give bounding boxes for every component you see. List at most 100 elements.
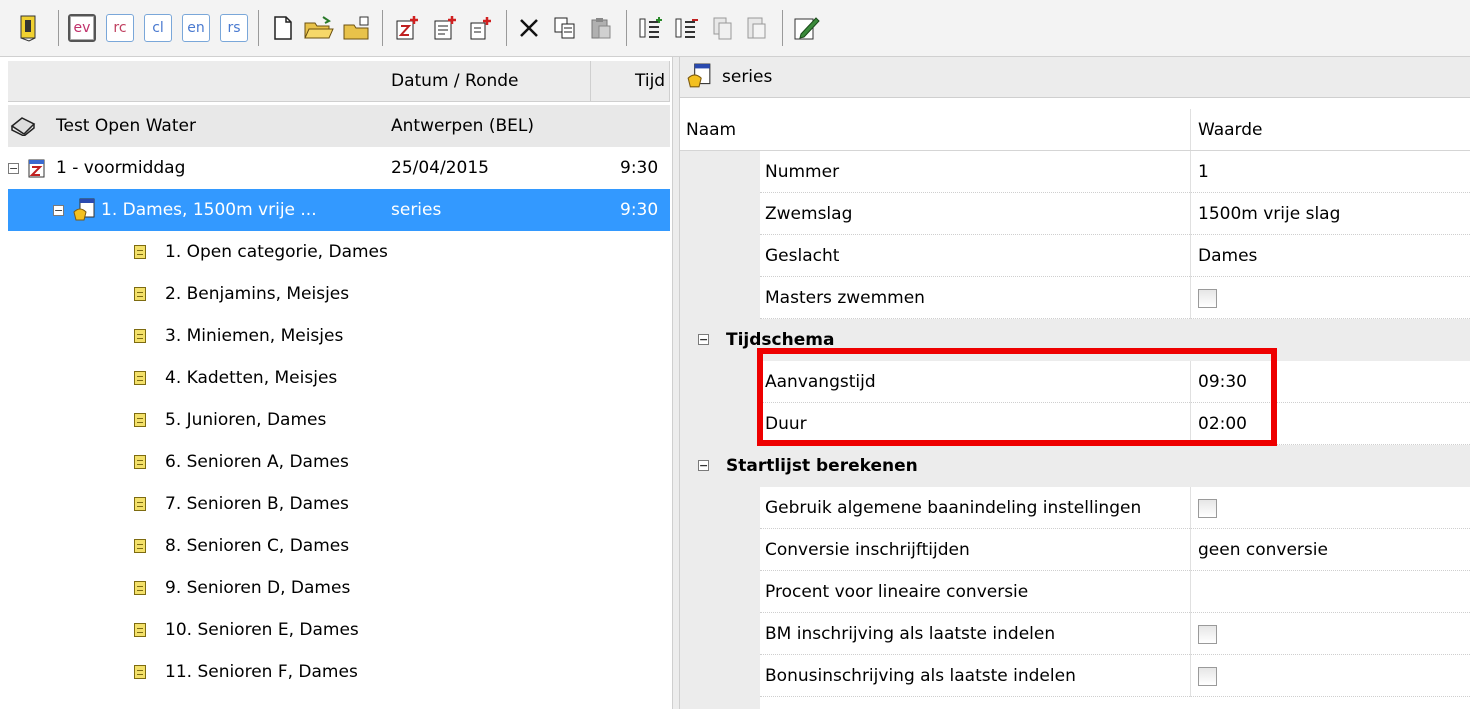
- category-label: 8. Senioren C, Dames: [165, 536, 350, 556]
- category-label: 9. Senioren D, Dames: [165, 578, 351, 598]
- open-file-icon[interactable]: [340, 11, 374, 45]
- property-name: Gebruik algemene baanindeling instelling…: [765, 498, 1142, 518]
- toolbar: ev rc cl en rs: [0, 0, 1470, 57]
- mode-button-rs[interactable]: rs: [218, 11, 250, 45]
- mode-button-rc[interactable]: rc: [104, 11, 136, 45]
- paste-icon[interactable]: [586, 11, 616, 45]
- property-row-next: [680, 697, 1470, 709]
- event-icon: [686, 63, 712, 94]
- collapse-icon[interactable]: −: [53, 189, 64, 231]
- open-folder-icon[interactable]: [302, 11, 336, 45]
- property-row-zwemslag[interactable]: Zwemslag 1500m vrije slag: [680, 193, 1470, 235]
- property-row-geslacht[interactable]: Geslacht Dames: [680, 235, 1470, 277]
- property-name: Geslacht: [765, 246, 840, 266]
- tree-row-category[interactable]: 2. Benjamins, Meisjes: [8, 273, 670, 315]
- category-icon: [134, 441, 146, 483]
- header-value: Waarde: [1198, 120, 1263, 140]
- copy-doc-icon[interactable]: [708, 11, 738, 45]
- property-row-bm[interactable]: BM inschrijving als laatste indelen: [680, 613, 1470, 655]
- mode-label-ev: ev: [68, 14, 96, 42]
- tree-row-session[interactable]: − 1 - voormiddag 25/04/2015 9:30: [8, 147, 670, 189]
- move-up-icon[interactable]: [634, 11, 666, 45]
- category-startlijst[interactable]: − Startlijst berekenen: [680, 445, 1470, 487]
- event-tree-pane: Datum / Ronde Tijd Test Open Water Antwe…: [0, 57, 672, 709]
- property-row-procent[interactable]: Procent voor lineaire conversie: [680, 571, 1470, 613]
- category-icon: [134, 315, 146, 357]
- column-header-time[interactable]: Tijd: [635, 61, 665, 101]
- event-round: series: [391, 200, 442, 220]
- category-icon: [134, 567, 146, 609]
- add-event-icon[interactable]: [430, 11, 460, 45]
- category-icon: [134, 651, 146, 693]
- masters-checkbox[interactable]: [1198, 288, 1217, 308]
- add-session-icon[interactable]: [392, 11, 422, 45]
- event-time: 9:30: [620, 200, 659, 220]
- tree-row-category[interactable]: 9. Senioren D, Dames: [8, 567, 670, 609]
- tree-row-category[interactable]: 3. Miniemen, Meisjes: [8, 315, 670, 357]
- tree-row-category[interactable]: 7. Senioren B, Dames: [8, 483, 670, 525]
- column-header-date-round[interactable]: Datum / Ronde: [391, 61, 519, 101]
- category-icon: [134, 357, 146, 399]
- exit-icon[interactable]: [14, 11, 44, 45]
- property-row-aanvangstijd[interactable]: Aanvangstijd 09:30: [680, 361, 1470, 403]
- pane-splitter[interactable]: [672, 57, 680, 709]
- property-name: Conversie inschrijftijden: [765, 540, 970, 560]
- category-label: 5. Junioren, Dames: [165, 410, 327, 430]
- collapse-icon[interactable]: −: [698, 460, 709, 471]
- mode-button-cl[interactable]: cl: [142, 11, 174, 45]
- properties-title: series: [722, 67, 773, 87]
- move-down-icon[interactable]: [670, 11, 702, 45]
- property-grid-header: Naam Waarde: [680, 109, 1470, 151]
- property-value[interactable]: 02:00: [1198, 403, 1247, 445]
- bm-checkbox[interactable]: [1198, 624, 1217, 644]
- baanindeling-checkbox[interactable]: [1198, 498, 1217, 518]
- category-label: 7. Senioren B, Dames: [165, 494, 349, 514]
- category-label: 1. Open categorie, Dames: [165, 242, 388, 262]
- tree-row-category[interactable]: 4. Kadetten, Meisjes: [8, 357, 670, 399]
- tree-row-category[interactable]: 1. Open categorie, Dames: [8, 231, 670, 273]
- copy-icon[interactable]: [550, 11, 580, 45]
- session-name: 1 - voormiddag: [56, 158, 186, 178]
- property-value[interactable]: 09:30: [1198, 361, 1247, 403]
- property-name: Bonusinschrijving als laatste indelen: [765, 666, 1076, 686]
- property-row-nummer[interactable]: Nummer 1: [680, 151, 1470, 193]
- property-name: BM inschrijving als laatste indelen: [765, 624, 1056, 644]
- property-row-bonus[interactable]: Bonusinschrijving als laatste indelen: [680, 655, 1470, 697]
- tree-row-category[interactable]: 10. Senioren E, Dames: [8, 609, 670, 651]
- event-icon: [72, 189, 96, 231]
- tree-row-category[interactable]: 6. Senioren A, Dames: [8, 441, 670, 483]
- paste-doc-icon[interactable]: [742, 11, 772, 45]
- property-value[interactable]: 1500m vrije slag: [1198, 193, 1340, 235]
- mode-button-en[interactable]: en: [180, 11, 212, 45]
- collapse-icon[interactable]: −: [8, 147, 19, 189]
- delete-icon[interactable]: [514, 11, 544, 45]
- category-tijdschema[interactable]: − Tijdschema: [680, 319, 1470, 361]
- tree-row-meet[interactable]: Test Open Water Antwerpen (BEL): [8, 105, 670, 147]
- property-value[interactable]: 1: [1198, 151, 1209, 193]
- property-row-duur[interactable]: Duur 02:00: [680, 403, 1470, 445]
- edit-icon[interactable]: [790, 11, 822, 45]
- tree-row-category[interactable]: 5. Junioren, Dames: [8, 399, 670, 441]
- collapse-icon[interactable]: −: [698, 334, 709, 345]
- mode-button-ev[interactable]: ev: [66, 11, 98, 45]
- mode-label-rs: rs: [220, 14, 248, 42]
- header-name: Naam: [686, 120, 737, 140]
- property-value[interactable]: Dames: [1198, 235, 1257, 277]
- property-name: Aanvangstijd: [765, 372, 876, 392]
- mode-label-rc: rc: [106, 14, 134, 42]
- property-row-baanindeling[interactable]: Gebruik algemene baanindeling instelling…: [680, 487, 1470, 529]
- meet-location: Antwerpen (BEL): [391, 116, 534, 136]
- property-row-conversie[interactable]: Conversie inschrijftijden geen conversie: [680, 529, 1470, 571]
- tree-row-category[interactable]: 8. Senioren C, Dames: [8, 525, 670, 567]
- category-label: 10. Senioren E, Dames: [165, 620, 359, 640]
- bonus-checkbox[interactable]: [1198, 666, 1217, 686]
- category-icon: [134, 231, 146, 273]
- event-name: 1. Dames, 1500m vrije ...: [101, 200, 317, 220]
- property-value[interactable]: geen conversie: [1198, 529, 1328, 571]
- property-row-masters[interactable]: Masters zwemmen: [680, 277, 1470, 319]
- tree-row-category[interactable]: 11. Senioren F, Dames: [8, 651, 670, 693]
- tree-header: Datum / Ronde Tijd: [8, 61, 670, 102]
- new-file-icon[interactable]: [268, 11, 298, 45]
- tree-row-event[interactable]: − 1. Dames, 1500m vrije ... series 9:30: [8, 189, 670, 231]
- add-sub-icon[interactable]: [466, 11, 496, 45]
